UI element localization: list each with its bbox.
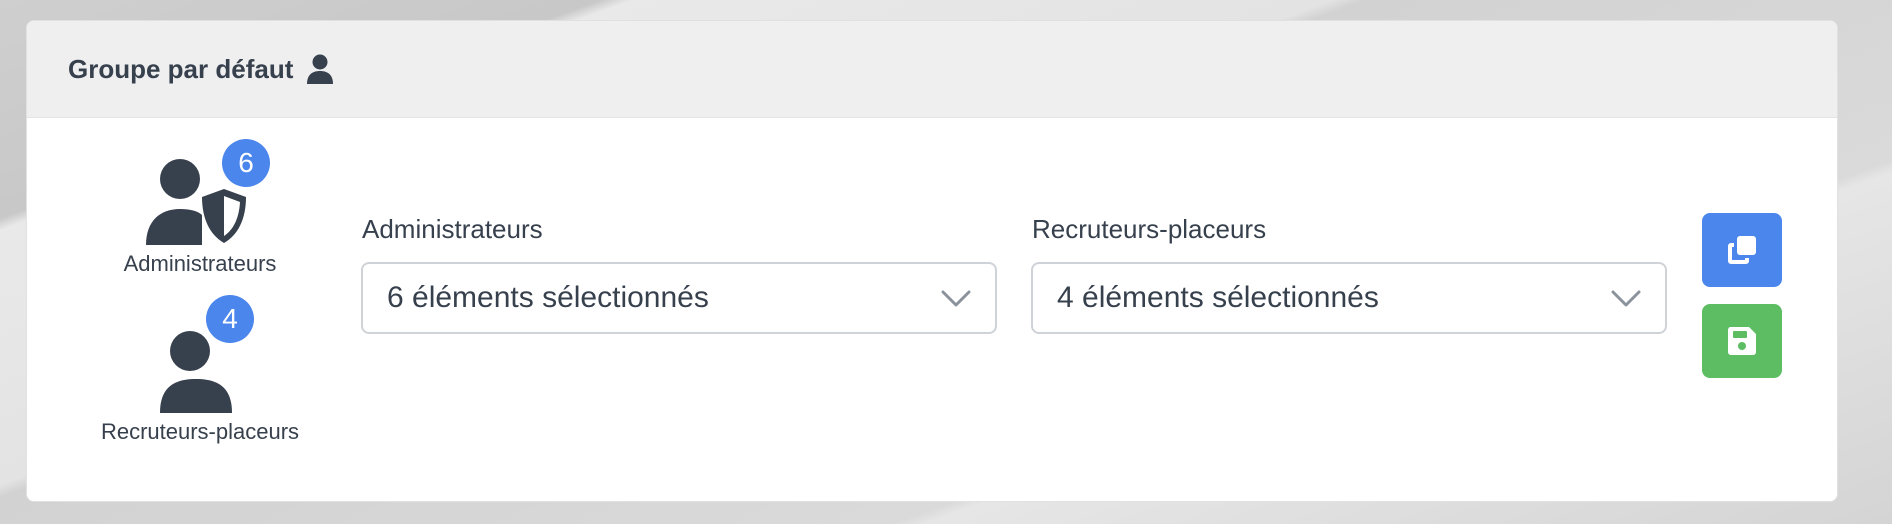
field-label-administrateurs: Administrateurs (362, 214, 543, 244)
card-header: Groupe par défaut (27, 21, 1837, 118)
group-count-badge: 4 (206, 295, 254, 343)
field-label-recruteurs-placeurs: Recruteurs-placeurs (1032, 214, 1267, 244)
select-value: 6 éléments sélectionnés (387, 281, 709, 314)
chevron-down-icon (941, 290, 971, 307)
chevron-down-icon (1611, 290, 1641, 307)
recruteurs-placeurs-select[interactable]: 4 éléments sélectionnés (1031, 262, 1667, 334)
group-label: Recruteurs-placeurs (100, 419, 300, 444)
group-icon-wrap: 4 (160, 295, 254, 413)
group-icon-wrap: 6 (144, 139, 270, 245)
group-count-badge: 6 (222, 139, 270, 187)
group-label: Administrateurs (123, 251, 277, 276)
group-recruteurs-placeurs: 4 Recruteurs-placeurs (85, 295, 315, 445)
card-title: Groupe par défaut (68, 53, 294, 84)
select-value: 4 éléments sélectionnés (1057, 281, 1379, 314)
administrateurs-select[interactable]: 6 éléments sélectionnés (361, 262, 997, 334)
save-icon (1728, 327, 1756, 355)
default-group-card: Groupe par défaut 6 Administrateurs 4 Re… (26, 20, 1838, 502)
user-icon (307, 54, 334, 84)
group-administrateurs: 6 Administrateurs (85, 139, 315, 277)
save-button[interactable] (1702, 304, 1782, 378)
copy-icon (1728, 236, 1756, 264)
copy-button[interactable] (1702, 213, 1782, 287)
